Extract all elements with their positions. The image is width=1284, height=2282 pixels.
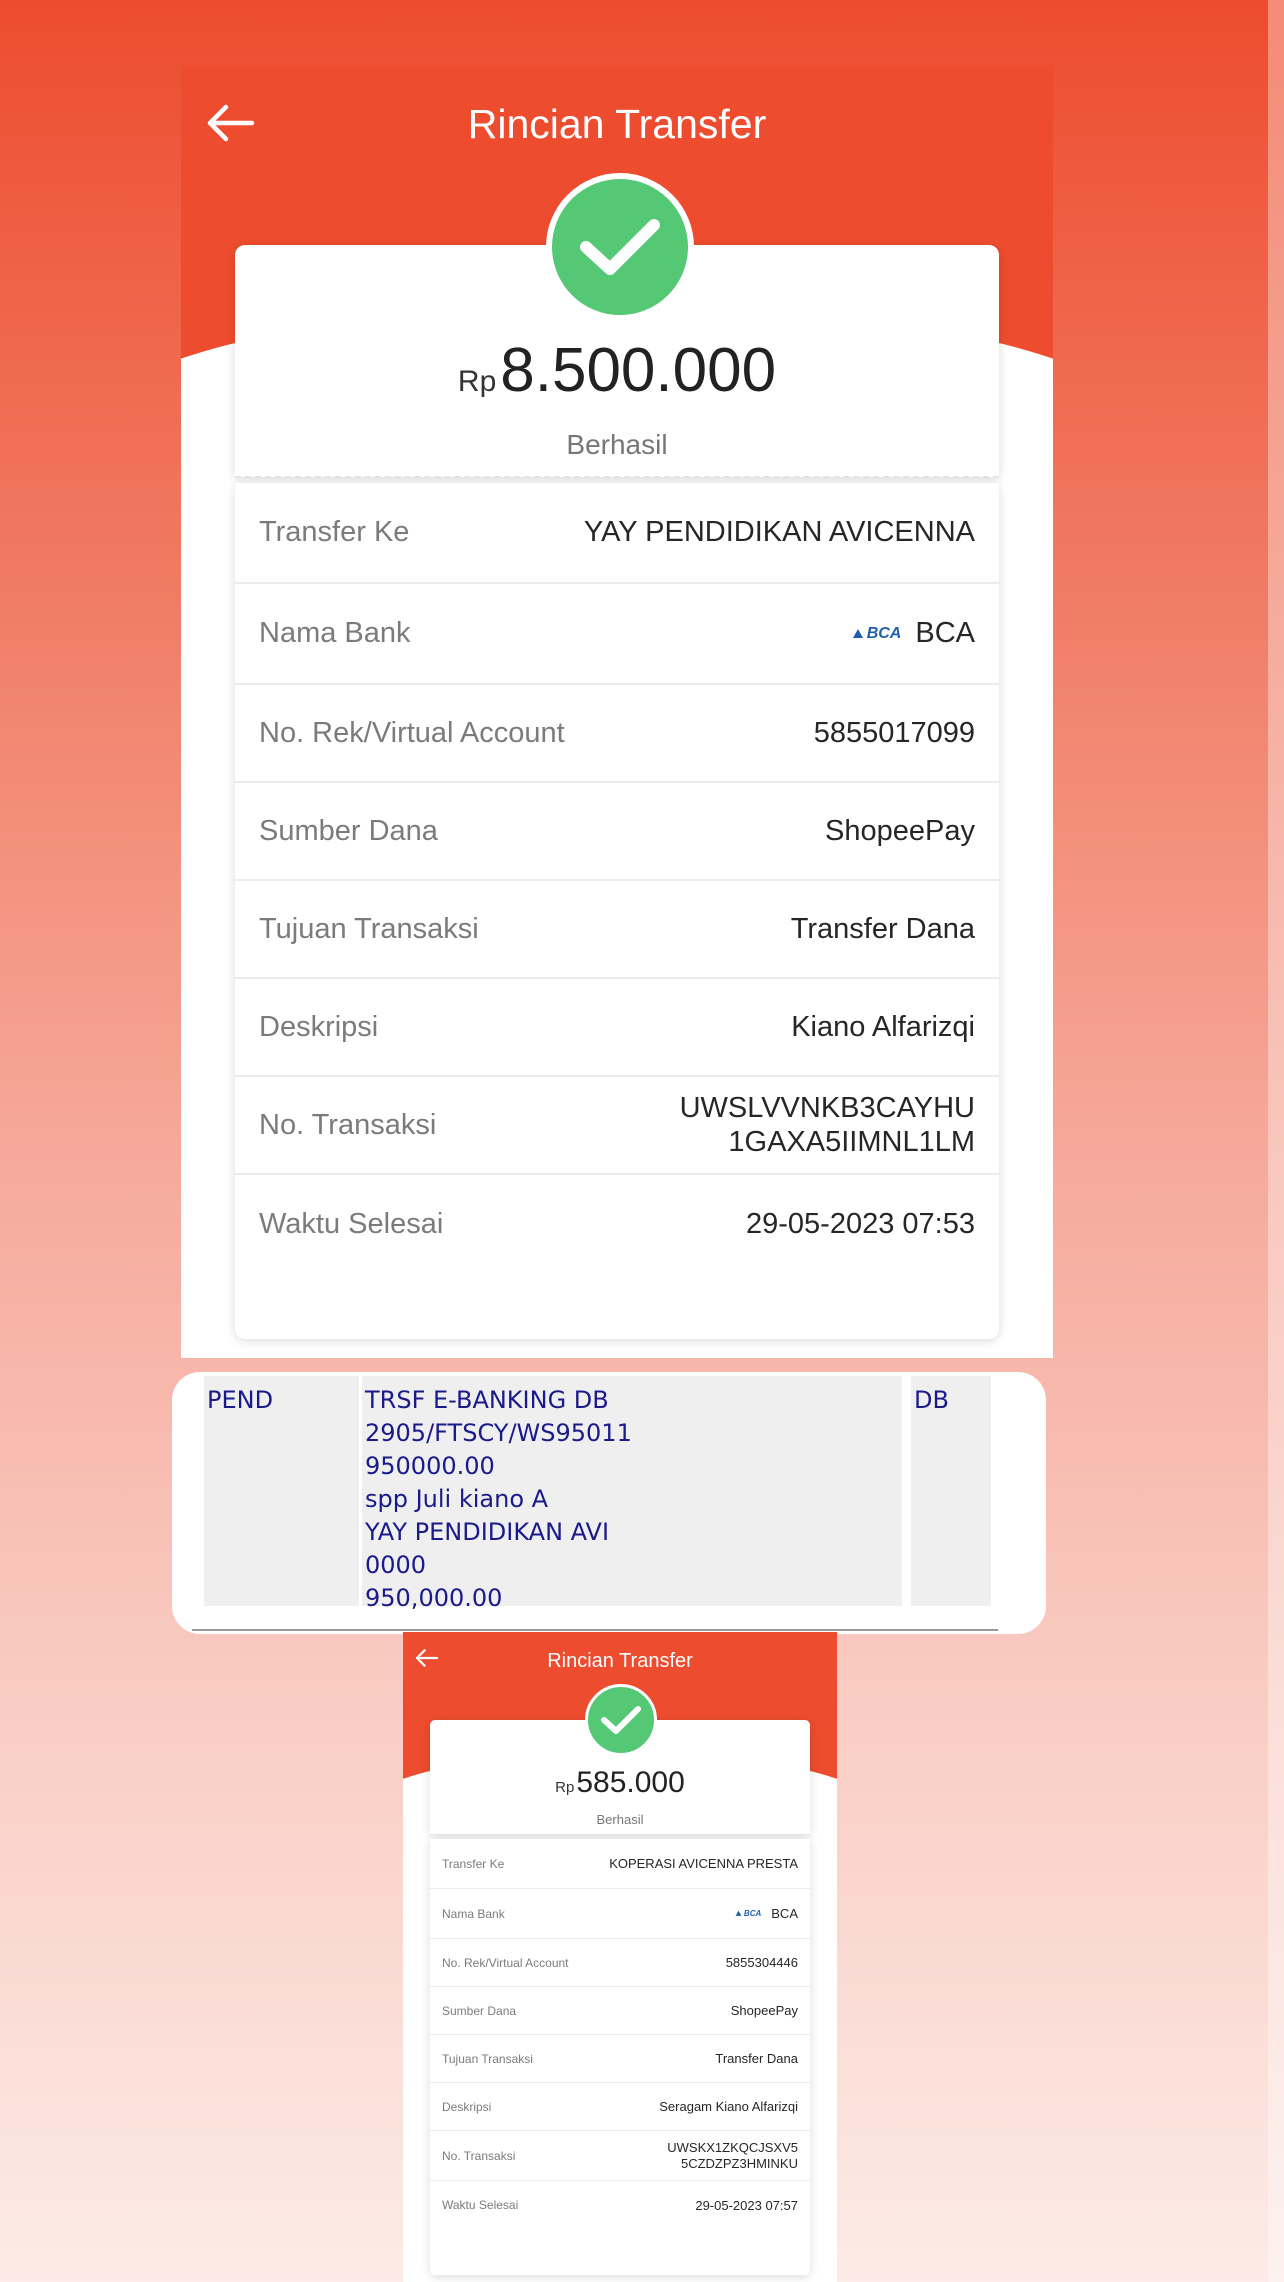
details-card: Transfer Ke KOPERASI AVICENNA PRESTA Nam… xyxy=(430,1839,810,2275)
bank-statement-snippet: PEND TRSF E-BANKING DB 2905/FTSCY/WS9501… xyxy=(172,1372,1046,1634)
detail-row-tujuan-transaksi: Tujuan Transaksi Transfer Dana xyxy=(430,2035,810,2083)
detail-value: 5855304446 xyxy=(725,1955,798,1970)
transfer-receipt-small: Rincian Transfer Rp585.000 Berhasil Tran… xyxy=(403,1632,837,2282)
page-title: Rincian Transfer xyxy=(547,1650,693,1672)
detail-label: Transfer Ke xyxy=(442,1856,505,1871)
currency-label: Rp xyxy=(555,1779,575,1796)
detail-row-waktu-selesai: Waktu Selesai 29-05-2023 07:53 xyxy=(235,1175,999,1273)
detail-label: Waktu Selesai xyxy=(259,1207,444,1240)
background-edge xyxy=(1268,0,1284,2282)
detail-label: No. Rek/Virtual Account xyxy=(442,1955,569,1970)
detail-value: 29-05-2023 07:57 xyxy=(695,2197,798,2213)
detail-row-tujuan-transaksi: Tujuan Transaksi Transfer Dana xyxy=(235,881,999,979)
detail-label: No. Transaksi xyxy=(259,1108,437,1141)
success-check-icon xyxy=(585,1684,657,1756)
detail-label: Sumber Dana xyxy=(259,814,438,847)
detail-label: Transfer Ke xyxy=(259,516,410,548)
details-card: Transfer Ke YAY PENDIDIKAN AVICENNA Nama… xyxy=(235,483,999,1339)
detail-value: Seragam Kiano Alfarizqi xyxy=(659,2099,798,2114)
detail-label: Deskripsi xyxy=(442,2099,492,2114)
transfer-amount: Rp585.000 xyxy=(403,1766,837,1800)
detail-label: Nama Bank xyxy=(259,617,411,649)
detail-label: Sumber Dana xyxy=(442,2003,517,2018)
detail-value: 5855017099 xyxy=(813,716,975,749)
perforation-divider xyxy=(235,476,999,478)
transfer-amount: Rp8.500.000 xyxy=(181,335,1053,406)
detail-row-transfer-ke: Transfer Ke KOPERASI AVICENNA PRESTA xyxy=(430,1839,810,1889)
amount-value: 585.000 xyxy=(576,1766,685,1799)
statement-col-code: PEND xyxy=(204,1376,359,1606)
detail-row-deskripsi: Deskripsi Kiano Alfarizqi xyxy=(235,979,999,1077)
bca-logo-icon: BCA xyxy=(852,625,901,643)
detail-value: Transfer Dana xyxy=(790,912,975,945)
detail-row-no-rek: No. Rek/Virtual Account 5855304446 xyxy=(430,1939,810,1987)
detail-value: BCA BCA xyxy=(852,617,975,650)
perforation-divider xyxy=(430,1834,810,1835)
detail-row-sumber-dana: Sumber Dana ShopeePay xyxy=(235,783,999,881)
detail-value: KOPERASI AVICENNA PRESTA xyxy=(609,1856,798,1871)
detail-row-deskripsi: Deskripsi Seragam Kiano Alfarizqi xyxy=(430,2083,810,2131)
detail-value: UWSKX1ZKQCJSXV5 5CZDZPZ3HMINKU xyxy=(667,2139,798,2171)
detail-label: Tujuan Transaksi xyxy=(259,912,479,945)
currency-label: Rp xyxy=(457,365,497,398)
status-label: Berhasil xyxy=(596,1812,644,1827)
amount-value: 8.500.000 xyxy=(500,336,777,405)
detail-value: ShopeePay xyxy=(730,2003,798,2018)
detail-row-nama-bank: Nama Bank BCA BCA xyxy=(235,584,999,685)
statement-col-description: TRSF E-BANKING DB 2905/FTSCY/WS95011 950… xyxy=(362,1376,902,1612)
page-title: Rincian Transfer xyxy=(467,101,767,147)
transfer-receipt-main: Rincian Transfer Rp8.500.000 Berhasil Tr… xyxy=(181,65,1053,1358)
detail-label: No. Transaksi xyxy=(442,2148,516,2163)
detail-row-waktu-selesai: Waktu Selesai 29-05-2023 07:57 xyxy=(430,2181,810,2229)
bca-logo-icon: BCA xyxy=(735,1909,761,1918)
detail-row-no-transaksi: No. Transaksi UWSLVVNKB3CAYHU 1GAXA5IIMNL… xyxy=(235,1077,999,1175)
statement-divider xyxy=(192,1629,998,1631)
statement-col-type: DB xyxy=(911,1376,991,1606)
detail-label: Deskripsi xyxy=(259,1010,379,1043)
detail-row-no-rek: No. Rek/Virtual Account 5855017099 xyxy=(235,685,999,783)
detail-value: UWSLVVNKB3CAYHU 1GAXA5IIMNL1LM xyxy=(679,1092,975,1158)
detail-value: Kiano Alfarizqi xyxy=(791,1010,975,1043)
detail-value: BCA BCA xyxy=(735,1906,798,1921)
detail-label: Nama Bank xyxy=(442,1906,505,1921)
detail-value: Transfer Dana xyxy=(715,2051,798,2066)
detail-row-no-transaksi: No. Transaksi UWSKX1ZKQCJSXV5 5CZDZPZ3HMI… xyxy=(430,2131,810,2181)
detail-value: 29-05-2023 07:53 xyxy=(746,1207,975,1240)
detail-row-nama-bank: Nama Bank BCA BCA xyxy=(430,1889,810,1939)
detail-label: Tujuan Transaksi xyxy=(442,2051,533,2066)
detail-label: Waktu Selesai xyxy=(442,2198,519,2212)
success-check-icon xyxy=(546,173,694,321)
detail-value: ShopeePay xyxy=(825,814,975,847)
detail-row-sumber-dana: Sumber Dana ShopeePay xyxy=(430,1987,810,2035)
detail-label: No. Rek/Virtual Account xyxy=(259,716,565,749)
detail-row-transfer-ke: Transfer Ke YAY PENDIDIKAN AVICENNA xyxy=(235,483,999,584)
status-label: Berhasil xyxy=(566,429,668,460)
detail-value: YAY PENDIDIKAN AVICENNA xyxy=(583,516,975,548)
